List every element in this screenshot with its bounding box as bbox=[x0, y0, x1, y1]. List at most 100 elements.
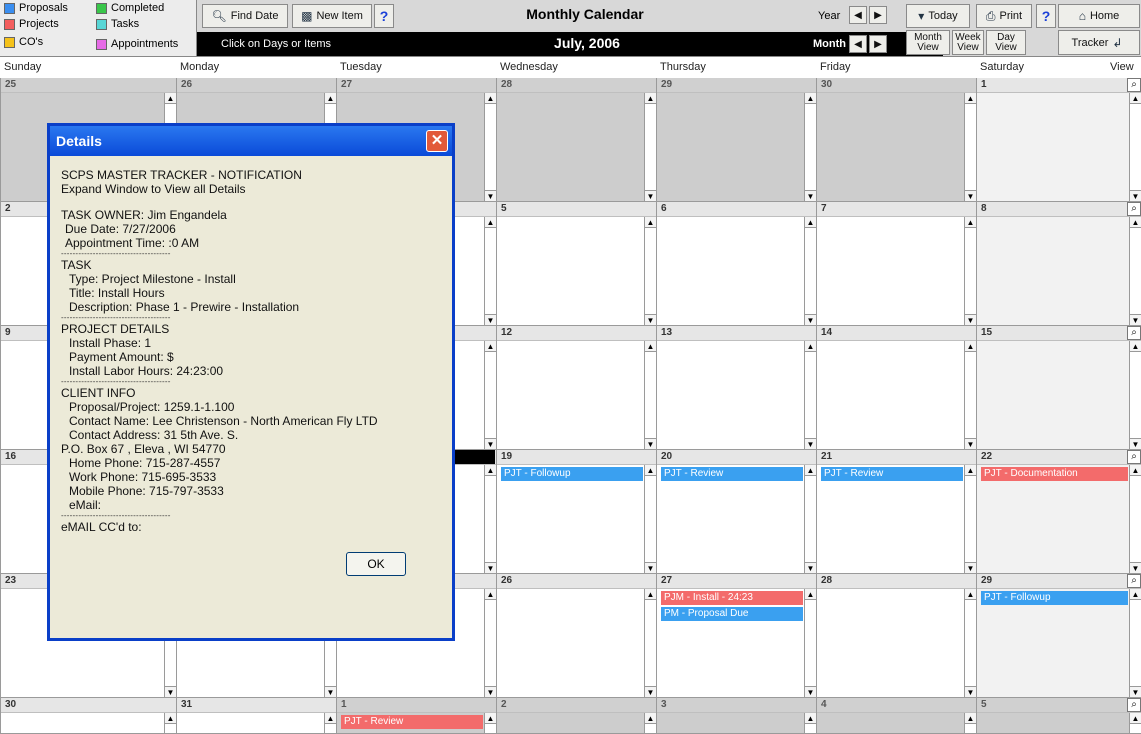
cell-scrollbar[interactable]: ▲▼ bbox=[484, 589, 496, 697]
month-prev-button[interactable]: ◀ bbox=[849, 35, 867, 53]
legend-completed[interactable]: Completed bbox=[96, 2, 164, 15]
day-cell[interactable]: 7 ▲ ▼ bbox=[816, 202, 976, 326]
day-number[interactable]: 19 bbox=[497, 450, 656, 465]
scroll-up-icon[interactable]: ▲ bbox=[805, 341, 816, 352]
day-cell[interactable]: 30 ▲ ▼ bbox=[816, 78, 976, 202]
calendar-event[interactable]: PJM - Install - 24:23 bbox=[661, 591, 803, 605]
day-number[interactable]: 21 bbox=[817, 450, 976, 465]
cell-scrollbar[interactable]: ▲▼ bbox=[804, 93, 816, 201]
scroll-up-icon[interactable]: ▲ bbox=[485, 589, 496, 600]
week-view-magnifier-icon[interactable]: ⌕ bbox=[1127, 202, 1141, 216]
cell-scrollbar[interactable]: ▲▼ bbox=[964, 465, 976, 573]
day-cell[interactable]: 19 ▲ ▼ PJT - Followup bbox=[496, 450, 656, 574]
day-view-button[interactable]: Day View bbox=[986, 30, 1026, 55]
scroll-up-icon[interactable]: ▲ bbox=[965, 341, 976, 352]
home-button[interactable]: ⌂ Home bbox=[1058, 4, 1140, 28]
scroll-up-icon[interactable]: ▲ bbox=[965, 589, 976, 600]
print-button[interactable]: ⎙ Print bbox=[976, 4, 1032, 28]
day-cell[interactable]: 31 ▲ bbox=[176, 698, 336, 734]
scroll-down-icon[interactable]: ▼ bbox=[485, 190, 496, 201]
cell-scrollbar[interactable]: ▲ bbox=[324, 713, 336, 733]
cell-scrollbar[interactable]: ▲▼ bbox=[1129, 93, 1141, 201]
scroll-down-icon[interactable]: ▼ bbox=[485, 314, 496, 325]
scroll-up-icon[interactable]: ▲ bbox=[645, 93, 656, 104]
cell-scrollbar[interactable]: ▲ bbox=[964, 713, 976, 733]
day-number[interactable]: 29 bbox=[657, 78, 816, 93]
scroll-up-icon[interactable]: ▲ bbox=[485, 341, 496, 352]
scroll-up-icon[interactable]: ▲ bbox=[805, 713, 816, 724]
scroll-down-icon[interactable]: ▼ bbox=[805, 314, 816, 325]
day-cell[interactable]: 29 ▲ ▼ bbox=[656, 78, 816, 202]
day-number[interactable]: 5 bbox=[977, 698, 1141, 713]
day-cell[interactable]: 20 ▲ ▼ PJT - Review bbox=[656, 450, 816, 574]
day-number[interactable]: 5 bbox=[497, 202, 656, 217]
week-view-magnifier-icon[interactable]: ⌕ bbox=[1127, 78, 1141, 92]
day-number[interactable]: 28 bbox=[817, 574, 976, 589]
cell-scrollbar[interactable]: ▲▼ bbox=[804, 341, 816, 449]
scroll-down-icon[interactable]: ▼ bbox=[645, 562, 656, 573]
scroll-up-icon[interactable]: ▲ bbox=[805, 589, 816, 600]
scroll-down-icon[interactable]: ▼ bbox=[965, 438, 976, 449]
scroll-down-icon[interactable]: ▼ bbox=[965, 190, 976, 201]
ok-button[interactable]: OK bbox=[346, 552, 406, 576]
cell-scrollbar[interactable]: ▲▼ bbox=[484, 93, 496, 201]
scroll-down-icon[interactable]: ▼ bbox=[805, 438, 816, 449]
scroll-up-icon[interactable]: ▲ bbox=[165, 713, 176, 724]
day-cell[interactable]: 5 ⌕ ▲ bbox=[976, 698, 1141, 734]
day-cell[interactable]: 4 ▲ bbox=[816, 698, 976, 734]
scroll-down-icon[interactable]: ▼ bbox=[645, 190, 656, 201]
cell-scrollbar[interactable]: ▲▼ bbox=[964, 217, 976, 325]
scroll-down-icon[interactable]: ▼ bbox=[805, 190, 816, 201]
cell-scrollbar[interactable]: ▲▼ bbox=[1129, 589, 1141, 697]
scroll-up-icon[interactable]: ▲ bbox=[1130, 93, 1141, 104]
day-number[interactable]: 4 bbox=[817, 698, 976, 713]
new-item-button[interactable]: ▩ New Item bbox=[292, 4, 372, 28]
scroll-down-icon[interactable]: ▼ bbox=[645, 314, 656, 325]
day-number[interactable]: 1 bbox=[337, 698, 496, 713]
day-cell[interactable]: 21 ▲ ▼ PJT - Review bbox=[816, 450, 976, 574]
scroll-down-icon[interactable]: ▼ bbox=[165, 686, 176, 697]
scroll-down-icon[interactable]: ▼ bbox=[965, 314, 976, 325]
cell-scrollbar[interactable]: ▲▼ bbox=[964, 341, 976, 449]
cell-scrollbar[interactable]: ▲▼ bbox=[644, 465, 656, 573]
day-number[interactable]: 31 bbox=[177, 698, 336, 713]
scroll-up-icon[interactable]: ▲ bbox=[965, 217, 976, 228]
scroll-up-icon[interactable]: ▲ bbox=[325, 713, 336, 724]
day-number[interactable]: 27 bbox=[657, 574, 816, 589]
dialog-close-button[interactable]: ✕ bbox=[426, 130, 448, 152]
day-cell[interactable]: 6 ▲ ▼ bbox=[656, 202, 816, 326]
scroll-up-icon[interactable]: ▲ bbox=[485, 93, 496, 104]
day-number[interactable]: 1 bbox=[977, 78, 1141, 93]
scroll-down-icon[interactable]: ▼ bbox=[805, 562, 816, 573]
legend-cos[interactable]: CO's bbox=[4, 36, 43, 49]
day-cell[interactable]: 3 ▲ bbox=[656, 698, 816, 734]
day-number[interactable]: 29 bbox=[977, 574, 1141, 589]
day-cell[interactable]: 8 ⌕ ▲ ▼ bbox=[976, 202, 1141, 326]
scroll-up-icon[interactable]: ▲ bbox=[485, 217, 496, 228]
day-number[interactable]: 20 bbox=[657, 450, 816, 465]
cell-scrollbar[interactable]: ▲▼ bbox=[964, 589, 976, 697]
week-view-magnifier-icon[interactable]: ⌕ bbox=[1127, 326, 1141, 340]
scroll-down-icon[interactable]: ▼ bbox=[645, 686, 656, 697]
calendar-event[interactable]: PJT - Review bbox=[341, 715, 483, 729]
day-cell[interactable]: 26▲▼ bbox=[496, 574, 656, 698]
day-number[interactable]: 13 bbox=[657, 326, 816, 341]
day-cell[interactable]: 14 ▲ ▼ bbox=[816, 326, 976, 450]
year-next-button[interactable]: ▶ bbox=[869, 6, 887, 24]
legend-tasks[interactable]: Tasks bbox=[96, 18, 139, 31]
legend-proposals[interactable]: Proposals bbox=[4, 2, 68, 15]
cell-scrollbar[interactable]: ▲▼ bbox=[804, 589, 816, 697]
scroll-down-icon[interactable]: ▼ bbox=[1130, 686, 1141, 697]
cell-scrollbar[interactable]: ▲▼ bbox=[484, 217, 496, 325]
day-number[interactable]: 27 bbox=[337, 78, 496, 93]
day-number[interactable]: 2 bbox=[497, 698, 656, 713]
scroll-down-icon[interactable]: ▼ bbox=[965, 686, 976, 697]
cell-scrollbar[interactable]: ▲▼ bbox=[644, 341, 656, 449]
day-cell[interactable]: 12 ▲ ▼ bbox=[496, 326, 656, 450]
scroll-up-icon[interactable]: ▲ bbox=[645, 341, 656, 352]
cell-scrollbar[interactable]: ▲▼ bbox=[1129, 217, 1141, 325]
cell-scrollbar[interactable]: ▲▼ bbox=[644, 217, 656, 325]
scroll-up-icon[interactable]: ▲ bbox=[485, 713, 496, 724]
scroll-down-icon[interactable]: ▼ bbox=[1130, 562, 1141, 573]
scroll-down-icon[interactable]: ▼ bbox=[1130, 438, 1141, 449]
